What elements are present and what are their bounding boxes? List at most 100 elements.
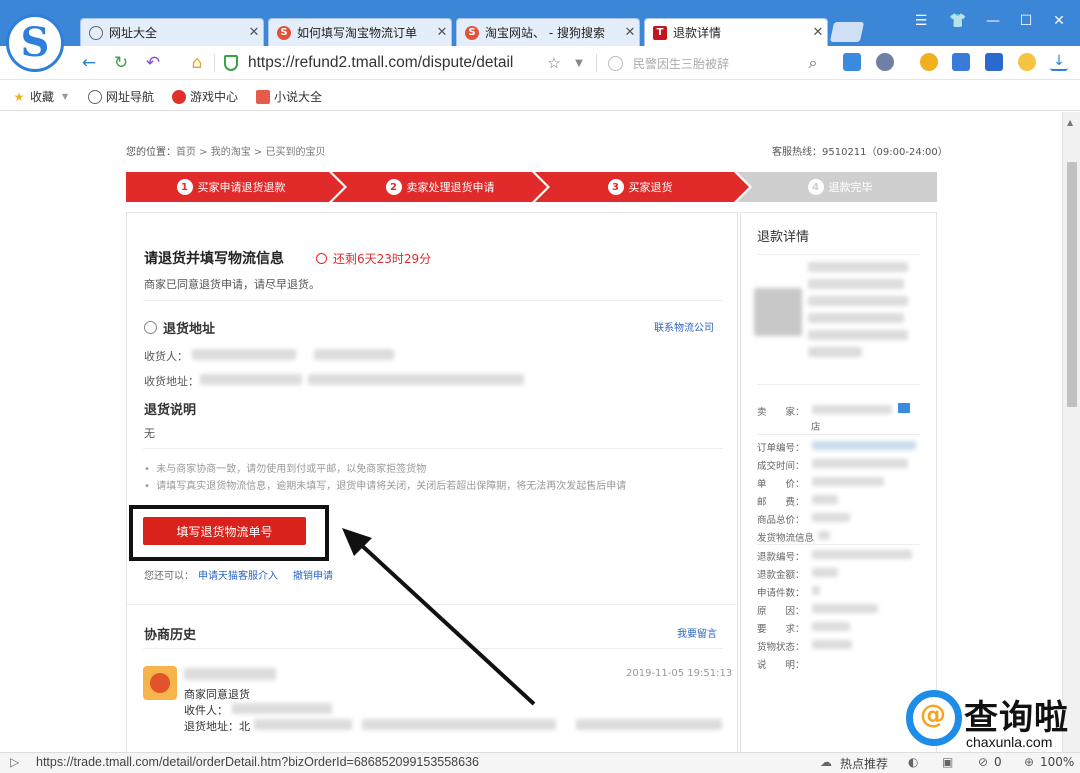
refresh-icon[interactable]: ↻ — [110, 52, 132, 74]
side-label-request: 要 求： — [757, 624, 805, 635]
tab-search-article[interactable]: S 如何填写淘宝物流订单 ✕ — [268, 18, 452, 46]
back-icon[interactable]: ← — [78, 52, 100, 74]
bookmark-game-center[interactable]: 游戏中心 — [172, 88, 238, 105]
note-1: • 未与商家协商一致，请勿使用到付或平邮，以免商家拒签货物 — [144, 464, 427, 475]
tab-refund-detail[interactable]: T 退款详情 ✕ — [644, 18, 828, 46]
history-time: 2019-11-05 19:51:13 — [626, 668, 733, 679]
divider — [143, 300, 723, 301]
step-3: 3 买家退货 — [545, 172, 735, 202]
close-window-icon[interactable]: ✕ — [1046, 8, 1072, 34]
blurred-seller — [812, 405, 892, 414]
download-icon[interactable]: ↓ — [1050, 53, 1068, 71]
product-thumbnail[interactable] — [754, 288, 802, 336]
translate-icon[interactable] — [952, 53, 970, 71]
hot-news-label[interactable]: 热点推荐 — [840, 755, 888, 772]
key-icon[interactable] — [920, 53, 938, 71]
bookmark-star-icon[interactable]: ☆ — [543, 52, 565, 74]
address-bar[interactable]: https://refund2.tmall.com/dispute/detail — [224, 52, 584, 74]
blurred-product-line — [808, 313, 904, 323]
side-label-reason: 原 因： — [757, 606, 805, 617]
sogou-icon: S — [465, 25, 479, 40]
history-line-2: 收件人： — [184, 704, 228, 717]
chevron-down-icon[interactable]: ▼ — [568, 52, 590, 74]
side-label-seller: 卖 家： — [757, 407, 805, 418]
blurred-reason — [812, 604, 878, 613]
blurred-history-receiver — [232, 703, 332, 714]
bookmark-favorites[interactable]: ★ 收藏 ▼ — [12, 88, 69, 105]
vertical-scrollbar[interactable]: ▲ — [1062, 112, 1080, 752]
sogou-browser-logo[interactable]: S — [6, 14, 64, 72]
screenshot-icon[interactable] — [985, 53, 1003, 71]
close-icon[interactable]: ✕ — [621, 25, 639, 40]
blurred-order-no[interactable] — [812, 441, 916, 450]
step-2: 2 卖家处理退货申请 — [340, 172, 540, 202]
blurred-quantity — [812, 586, 820, 595]
history-line-3: 退货地址：北 — [184, 720, 250, 733]
merchant-avatar — [143, 666, 177, 700]
scissors-icon[interactable] — [876, 53, 894, 71]
close-icon[interactable]: ✕ — [245, 25, 263, 40]
sogou-icon: S — [277, 25, 291, 40]
menu-icon[interactable]: ☰ — [908, 8, 934, 34]
location-icon — [144, 321, 157, 334]
blurred-total — [812, 513, 850, 522]
blurred-product-line — [808, 279, 904, 289]
blurred-receiver-phone — [314, 349, 394, 360]
scroll-up-icon[interactable]: ▲ — [1067, 118, 1073, 127]
browser-window: 网址大全 ✕ S 如何填写淘宝物流订单 ✕ S 淘宝网站、 - 搜狗搜索 ✕ T… — [0, 0, 1080, 773]
breadcrumb-links[interactable]: 首页 > 我的淘宝 > 已买到的宝贝 — [176, 147, 325, 158]
login-icon[interactable] — [843, 53, 861, 71]
wangwang-chat-icon[interactable] — [898, 403, 910, 413]
block-icon[interactable]: ⊘ — [978, 755, 988, 769]
tmall-service-link[interactable]: 申请天猫客服介入 — [198, 567, 278, 582]
agreed-text: 商家已同意退货申请，请尽早退货。 — [144, 278, 320, 291]
blurred-history-addr-3 — [576, 719, 722, 730]
bookmark-novels[interactable]: 小说大全 — [256, 88, 322, 105]
chaxunla-watermark: @ 查询啦 chaxunla.com — [900, 686, 1076, 752]
undo-close-icon[interactable]: ↶ — [142, 52, 164, 74]
search-box[interactable]: 民警因生三胎被辞 — [608, 52, 828, 74]
blurred-address-2 — [308, 374, 524, 385]
zoom-level[interactable]: 100% — [1040, 755, 1074, 769]
close-icon[interactable]: ✕ — [809, 25, 827, 40]
game-icon — [172, 89, 186, 104]
contact-logistics-link[interactable]: 联系物流公司 — [654, 319, 714, 334]
search-icon[interactable]: ⌕ — [802, 52, 824, 74]
audio-icon[interactable]: ◐ — [908, 755, 918, 769]
divider — [214, 54, 215, 72]
annotation-arrow — [342, 528, 536, 706]
book-icon — [256, 89, 270, 104]
layout-icon[interactable]: ▣ — [942, 755, 953, 769]
secure-shield-icon — [224, 55, 238, 71]
emoji-icon[interactable] — [1018, 53, 1036, 71]
scrollbar-thumb[interactable] — [1067, 162, 1077, 407]
cancel-request-link[interactable]: 撤销申请 — [293, 567, 333, 582]
tab-url-directory[interactable]: 网址大全 ✕ — [80, 18, 264, 46]
fill-tracking-number-button[interactable]: 填写退货物流单号 — [143, 517, 306, 545]
divider — [757, 384, 920, 385]
hot-news-icon[interactable]: ☁ — [820, 755, 832, 769]
step-1: 1 买家申请退货退款 — [126, 172, 336, 202]
seller-suffix: 店 — [811, 422, 821, 433]
divider — [757, 434, 920, 435]
block-count: 0 — [994, 755, 1002, 769]
minimize-icon[interactable]: — — [980, 8, 1006, 34]
close-icon[interactable]: ✕ — [433, 25, 451, 40]
side-label-postage: 邮 费： — [757, 497, 805, 508]
new-tab-button[interactable] — [829, 22, 865, 42]
blurred-product-line — [808, 330, 908, 340]
sidebar-toggle-icon[interactable]: ▷ — [10, 755, 19, 769]
return-note-title: 退货说明 — [144, 403, 197, 418]
tab-sogou-search[interactable]: S 淘宝网站、 - 搜狗搜索 ✕ — [456, 18, 640, 46]
zoom-icon[interactable]: ⊕ — [1024, 755, 1034, 769]
blurred-history-addr-2 — [362, 719, 556, 730]
chevron-down-icon: ▼ — [62, 92, 69, 101]
bookmark-url-nav[interactable]: 网址导航 — [88, 88, 154, 105]
leave-message-link[interactable]: 我要留言 — [677, 625, 717, 640]
blurred-unit-price — [812, 477, 884, 486]
url-text: https://refund2.tmall.com/dispute/detail — [248, 54, 514, 71]
skin-icon[interactable]: 👕 — [945, 8, 971, 34]
blurred-goods-status — [812, 640, 852, 649]
home-icon[interactable]: ⌂ — [186, 52, 208, 74]
maximize-icon[interactable]: ☐ — [1013, 8, 1039, 34]
